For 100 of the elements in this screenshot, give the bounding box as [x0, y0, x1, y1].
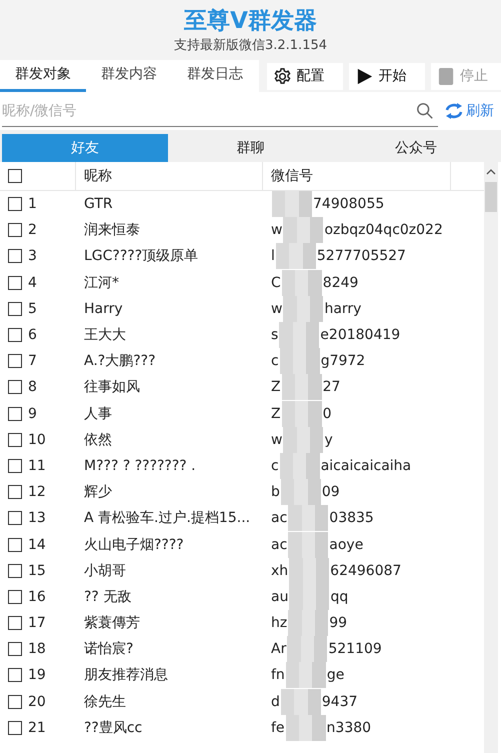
wechat-id-end: y: [324, 432, 333, 448]
row-checkbox[interactable]: [8, 616, 22, 630]
wechat-id-end: aicaicaicaiha: [320, 458, 412, 474]
row-number: 16: [28, 588, 46, 605]
redaction-mosaic: [282, 400, 322, 427]
row-number: 6: [28, 327, 37, 344]
wechat-id-end: 9437: [322, 694, 358, 710]
segment-tab[interactable]: 群聊: [168, 134, 334, 162]
redaction-mosaic: [288, 505, 328, 532]
row-checkbox[interactable]: [8, 485, 22, 500]
row-checkbox[interactable]: [8, 380, 22, 394]
redaction-mosaic: [283, 426, 324, 453]
nickname-cell: ?? 无敌: [84, 588, 132, 605]
wechat-id-end: g7972: [320, 353, 366, 370]
wechat-id-end: 521109: [328, 641, 382, 658]
wechat-id-start: l: [271, 248, 275, 264]
wechat-id-start: au: [271, 588, 288, 605]
nickname-cell: 朋友推荐消息: [84, 667, 168, 684]
column-header[interactable]: 昵称: [84, 167, 112, 185]
row-checkbox[interactable]: [8, 720, 22, 735]
wechat-id-start: w: [271, 222, 282, 238]
wechat-id-start: fe: [271, 720, 285, 736]
wechat-id-end: e20180419: [320, 327, 400, 344]
refresh-button[interactable]: 刷新: [438, 101, 494, 121]
tab[interactable]: 群发对象: [0, 60, 86, 92]
wechat-id-end: qq: [330, 588, 348, 605]
row-checkbox[interactable]: [8, 432, 22, 447]
redaction-mosaic: [286, 714, 326, 741]
row-checkbox[interactable]: [8, 511, 22, 526]
gear-icon: [273, 66, 292, 86]
wechat-id-end: 5277705527: [316, 248, 406, 264]
nickname-cell: ??豊风cc: [84, 720, 142, 736]
search-icon: [416, 102, 434, 120]
row-checkbox[interactable]: [8, 276, 22, 290]
nickname-cell: 江河*: [84, 274, 119, 291]
row-checkbox[interactable]: [8, 694, 22, 709]
redaction-mosaic: [283, 217, 324, 244]
row-number: 8: [28, 379, 37, 396]
start-button[interactable]: 开始: [349, 62, 426, 90]
row-checkbox[interactable]: [8, 564, 22, 578]
wechat-id-start: Ar: [271, 641, 286, 658]
redaction-mosaic: [282, 374, 322, 400]
nickname-cell: 紫蓑傳芳: [84, 615, 140, 632]
scroll-up-icon[interactable]: [486, 168, 496, 176]
row-number: 12: [28, 484, 46, 500]
row-checkbox[interactable]: [8, 590, 22, 604]
scrollbar-thumb[interactable]: [485, 182, 497, 212]
wechat-id-start: d: [271, 694, 280, 710]
row-number: 2: [28, 222, 37, 238]
search-field[interactable]: 昵称/微信号: [2, 102, 416, 118]
row-number: 17: [28, 615, 46, 632]
wechat-id-start: xh: [271, 562, 288, 579]
row-checkbox[interactable]: [8, 197, 22, 212]
wechat-id-start: c: [271, 353, 279, 370]
row-number: 7: [28, 353, 37, 370]
play-icon: [355, 66, 374, 86]
wechat-id-start: Z: [271, 406, 281, 422]
nickname-cell: GTR: [84, 196, 113, 212]
nickname-cell: 润来恒泰: [84, 222, 140, 238]
wechat-id-start: c: [271, 458, 279, 474]
nickname-cell: M??? ? ??????? .: [84, 458, 196, 474]
nickname-cell: 小胡哥: [84, 562, 126, 579]
wechat-id-end: n3380: [326, 720, 372, 736]
tab[interactable]: 群发内容: [86, 60, 172, 92]
row-number: 15: [28, 562, 46, 579]
row-checkbox[interactable]: [8, 406, 22, 421]
nickname-cell: A 青松验车.过户.提档15...: [84, 510, 250, 526]
redaction-mosaic: [288, 610, 328, 636]
redaction-mosaic: [280, 479, 321, 506]
nickname-cell: 诺怡宸?: [84, 641, 134, 658]
select-all-checkbox[interactable]: [8, 169, 22, 183]
settings-button[interactable]: 配置: [267, 62, 344, 90]
row-number: 10: [28, 432, 46, 448]
wechat-id-start: w: [271, 432, 282, 448]
wechat-id-end: ge: [326, 667, 344, 684]
redaction-mosaic: [276, 243, 316, 270]
wechat-id-end: 27: [322, 379, 340, 396]
row-checkbox[interactable]: [8, 302, 22, 316]
row-checkbox[interactable]: [8, 354, 22, 368]
row-checkbox[interactable]: [8, 328, 22, 342]
row-checkbox[interactable]: [8, 642, 22, 656]
tab[interactable]: 群发日志: [172, 60, 258, 92]
scrollbar[interactable]: [484, 162, 498, 753]
segment-tab[interactable]: 公众号: [333, 134, 500, 162]
row-checkbox[interactable]: [8, 538, 22, 552]
wechat-id-end: 8249: [322, 274, 358, 291]
wechat-id-start: ac: [271, 510, 288, 526]
wechat-id-end: aoye: [329, 536, 364, 553]
column-header[interactable]: 微信号: [271, 167, 313, 185]
row-checkbox[interactable]: [8, 223, 22, 238]
redaction-mosaic: [280, 452, 320, 479]
nickname-cell: 往事如风: [84, 379, 140, 396]
wechat-id-start: hz: [271, 615, 288, 632]
row-number: 5: [28, 300, 37, 317]
row-checkbox[interactable]: [8, 668, 22, 682]
row-checkbox[interactable]: [8, 458, 22, 473]
nickname-cell: 依然: [84, 432, 112, 448]
wechat-id-end: 99: [329, 615, 348, 632]
row-checkbox[interactable]: [8, 249, 22, 264]
search-box[interactable]: 昵称/微信号: [2, 96, 438, 126]
